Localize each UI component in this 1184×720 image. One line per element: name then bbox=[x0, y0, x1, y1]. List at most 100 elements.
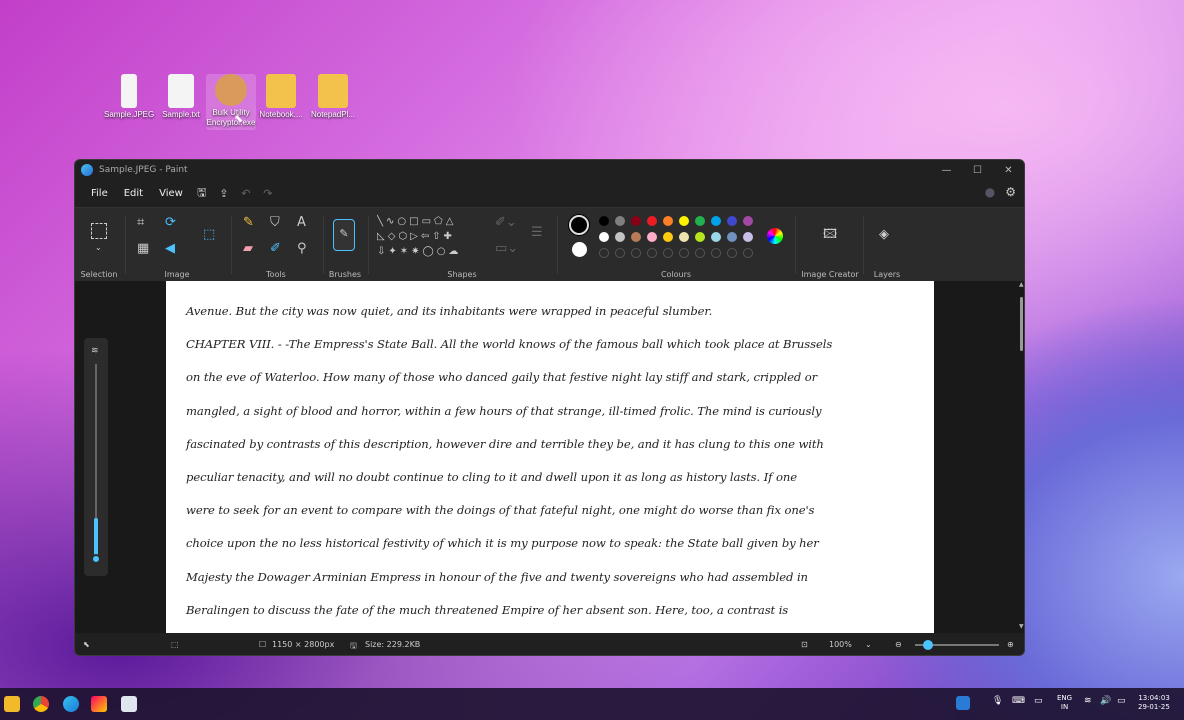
monitor-icon[interactable]: ▭ bbox=[1034, 696, 1043, 706]
colour-swatch[interactable] bbox=[743, 232, 753, 242]
colour-swatch[interactable] bbox=[647, 232, 657, 242]
undo-icon[interactable]: ↶ bbox=[235, 187, 257, 200]
colour-swatch[interactable] bbox=[599, 232, 609, 242]
microphone-icon[interactable]: 🎙 bbox=[992, 696, 1003, 706]
colour-swatch[interactable] bbox=[615, 232, 625, 242]
language-code: ENG bbox=[1057, 694, 1073, 702]
empty-colour-slot[interactable] bbox=[727, 248, 737, 258]
brush-size-slider[interactable]: ≋ bbox=[84, 338, 108, 576]
empty-colour-slot[interactable] bbox=[615, 248, 625, 258]
colour-swatch[interactable] bbox=[615, 216, 625, 226]
colour-swatch[interactable] bbox=[727, 232, 737, 242]
edit-colours-icon[interactable] bbox=[767, 228, 783, 244]
chevron-down-icon[interactable]: ⌄ bbox=[865, 640, 872, 649]
primary-colour-swatch[interactable] bbox=[569, 215, 589, 235]
colour-swatch[interactable] bbox=[647, 216, 657, 226]
scroll-down-icon[interactable]: ▼ bbox=[1019, 623, 1024, 630]
app-window-icon[interactable] bbox=[121, 696, 137, 712]
share-icon[interactable]: ⇪ bbox=[213, 187, 235, 200]
menu-edit[interactable]: Edit bbox=[116, 188, 151, 199]
keyboard-icon[interactable]: ⌨ bbox=[1012, 696, 1025, 706]
account-icon[interactable]: ● bbox=[985, 185, 995, 199]
desktop-icon-notepadpl[interactable]: NotepadPl... bbox=[308, 74, 358, 120]
colour-swatch[interactable] bbox=[599, 216, 609, 226]
colour-swatch[interactable] bbox=[663, 232, 673, 242]
clock[interactable]: 13:04:03 29-01-25 bbox=[1138, 694, 1170, 712]
minimize-button[interactable]: — bbox=[931, 160, 962, 180]
settings-gear-icon[interactable]: ⚙ bbox=[1005, 185, 1016, 199]
colour-swatch[interactable] bbox=[743, 216, 753, 226]
resize-icon[interactable]: ▦ bbox=[137, 242, 149, 256]
clock-date: 29-01-25 bbox=[1138, 703, 1170, 711]
empty-colour-slot[interactable] bbox=[631, 248, 641, 258]
group-label-tools: Tools bbox=[266, 270, 286, 279]
paint-taskbar-icon[interactable] bbox=[91, 696, 107, 712]
colour-swatch[interactable] bbox=[711, 232, 721, 242]
empty-colour-slot[interactable] bbox=[695, 248, 705, 258]
layers-icon[interactable]: ◈ bbox=[879, 228, 889, 242]
volume-icon[interactable]: 🔊 bbox=[1100, 696, 1111, 706]
vertical-scrollbar[interactable]: ▲ ▼ bbox=[1018, 281, 1024, 633]
empty-colour-slot[interactable] bbox=[679, 248, 689, 258]
desktop-icon-sample-txt[interactable]: Sample.txt bbox=[156, 74, 206, 120]
battery-icon[interactable]: ▭ bbox=[1117, 696, 1126, 706]
crop-icon[interactable]: ⌗ bbox=[137, 216, 144, 230]
widgets-icon[interactable] bbox=[956, 696, 970, 710]
desktop-icon-notebook[interactable]: Notebook.... bbox=[256, 74, 306, 120]
zoom-level[interactable]: 100% bbox=[829, 640, 852, 649]
colour-swatch[interactable] bbox=[679, 216, 689, 226]
text-tool-icon[interactable]: A bbox=[297, 216, 306, 230]
title-bar[interactable]: Sample.JPEG - Paint — ☐ ✕ bbox=[75, 160, 1024, 180]
scroll-up-icon[interactable]: ▲ bbox=[1019, 281, 1024, 288]
image-canvas[interactable]: Avenue. But the city was now quiet, and … bbox=[166, 281, 934, 633]
color-picker-icon[interactable]: ✐ bbox=[270, 242, 281, 256]
colour-swatch[interactable] bbox=[711, 216, 721, 226]
colour-swatch[interactable] bbox=[663, 216, 673, 226]
zoom-in-icon[interactable]: ⊕ bbox=[1007, 640, 1014, 649]
shape-size-icon[interactable]: ☰ bbox=[531, 226, 543, 240]
fill-bucket-icon[interactable]: ⛉ bbox=[270, 216, 280, 230]
close-button[interactable]: ✕ bbox=[993, 160, 1024, 180]
chevron-down-icon[interactable]: ⌄ bbox=[95, 241, 102, 255]
eraser-icon[interactable]: ▰ bbox=[243, 242, 253, 256]
empty-colour-slot[interactable] bbox=[647, 248, 657, 258]
maximize-button[interactable]: ☐ bbox=[962, 160, 993, 180]
flip-icon[interactable]: ◀ bbox=[165, 242, 175, 256]
image-creator-icon[interactable]: 🖾 bbox=[823, 228, 837, 242]
zoom-slider-knob[interactable] bbox=[923, 640, 933, 650]
wifi-icon[interactable]: ≋ bbox=[1084, 696, 1092, 706]
colour-swatch[interactable] bbox=[631, 232, 641, 242]
menu-file[interactable]: File bbox=[83, 188, 116, 199]
colour-swatch[interactable] bbox=[631, 216, 641, 226]
desktop-icon-bulk-utility-encryptor[interactable]: Bulk Utility Encryptor.exe bbox=[206, 74, 256, 130]
colour-swatch[interactable] bbox=[727, 216, 737, 226]
empty-colour-slot[interactable] bbox=[743, 248, 753, 258]
colour-swatch[interactable] bbox=[679, 232, 689, 242]
shape-fill-icon[interactable]: ▭⌄ bbox=[495, 242, 518, 256]
colour-swatch[interactable] bbox=[695, 216, 705, 226]
remove-background-icon[interactable]: ⬚ bbox=[203, 228, 215, 242]
chrome-icon[interactable] bbox=[33, 696, 49, 712]
save-icon[interactable]: 🖫 bbox=[191, 184, 213, 203]
empty-colour-slot[interactable] bbox=[711, 248, 721, 258]
slider-knob[interactable] bbox=[91, 554, 101, 564]
pencil-icon[interactable]: ✎ bbox=[243, 216, 254, 230]
empty-colour-slot[interactable] bbox=[663, 248, 673, 258]
file-explorer-icon[interactable] bbox=[4, 696, 20, 712]
secondary-colour-swatch[interactable] bbox=[572, 242, 587, 257]
shape-outline-icon[interactable]: ✐⌄ bbox=[495, 216, 517, 230]
empty-colour-slot[interactable] bbox=[599, 248, 609, 258]
selection-rectangle-icon[interactable] bbox=[91, 223, 107, 239]
rotate-icon[interactable]: ⟳ bbox=[165, 216, 176, 230]
brush-icon[interactable]: ✎ bbox=[333, 219, 355, 251]
shapes-gallery[interactable]: ╲∿○□▭⬠△ ◺◇⬡▷⇦⇧✚ ⇩✦✶✷◯○☁ bbox=[377, 214, 481, 264]
menu-view[interactable]: View bbox=[151, 188, 191, 199]
redo-icon[interactable]: ↷ bbox=[257, 187, 279, 200]
magnifier-icon[interactable]: ⚲ bbox=[297, 242, 307, 256]
desktop-icon-sample-jpeg[interactable]: Sample.JPEG bbox=[104, 74, 154, 120]
edge-icon[interactable] bbox=[63, 696, 79, 712]
language-indicator[interactable]: ENG IN bbox=[1057, 694, 1072, 712]
zoom-out-icon[interactable]: ⊖ bbox=[895, 640, 902, 649]
colour-swatch[interactable] bbox=[695, 232, 705, 242]
fit-to-window-icon[interactable]: ⊡ bbox=[801, 640, 808, 649]
